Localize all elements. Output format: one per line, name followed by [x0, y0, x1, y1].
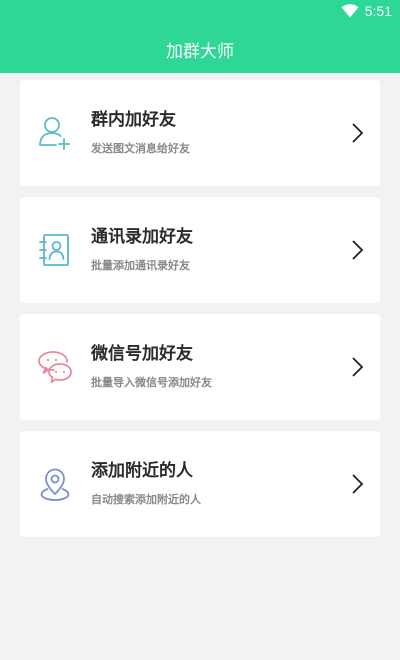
chevron-right-icon [352, 123, 364, 143]
menu-item-subtitle: 发送图文消息给好友 [91, 142, 190, 155]
wifi-icon [341, 4, 359, 18]
menu-item-title: 通讯录加好友 [91, 227, 193, 247]
menu-item-title: 微信号加好友 [91, 344, 193, 364]
menu-item-nearby-people[interactable]: 添加附近的人 自动搜索添加附近的人 [20, 431, 380, 537]
status-bar: 5:51 [0, 0, 400, 25]
contacts-book-icon [39, 234, 69, 266]
menu-item-title: 添加附近的人 [91, 461, 193, 481]
page-title: 加群大师 [166, 42, 234, 62]
chevron-right-icon [352, 474, 364, 494]
add-user-icon [39, 117, 70, 150]
menu-item-subtitle: 自动搜索添加附近的人 [91, 493, 201, 506]
status-time: 5:51 [364, 3, 392, 19]
chevron-right-icon [352, 240, 364, 260]
chevron-right-icon [352, 357, 364, 377]
location-pin-icon [40, 468, 70, 501]
menu-item-contacts-add-friends[interactable]: 通讯录加好友 批量添加通讯录好友 [20, 197, 380, 303]
menu-item-subtitle: 批量添加通讯录好友 [91, 259, 190, 272]
status-indicators: 5:51 [341, 3, 392, 19]
menu-item-wechat-id-add-friends[interactable]: 微信号加好友 批量导入微信号添加好友 [20, 314, 380, 420]
menu-item-title: 群内加好友 [91, 110, 176, 130]
app-header: 加群大师 [0, 25, 400, 73]
chat-bubbles-icon [38, 351, 72, 383]
menu-item-subtitle: 批量导入微信号添加好友 [91, 376, 212, 389]
menu-item-group-add-friends[interactable]: 群内加好友 发送图文消息给好友 [20, 80, 380, 186]
